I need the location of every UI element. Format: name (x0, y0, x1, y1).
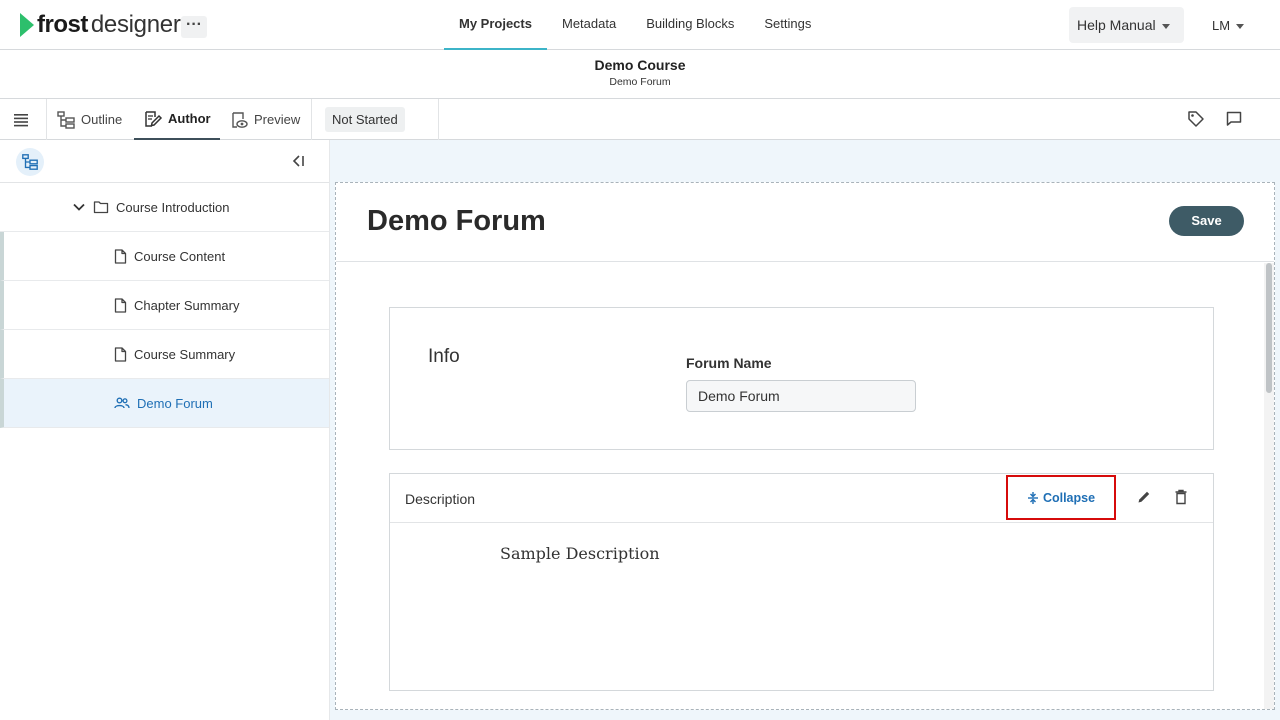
trash-icon (1175, 489, 1187, 505)
tab-outline[interactable]: Outline (48, 99, 134, 140)
caret-down-icon (1161, 23, 1170, 29)
help-manual-dropdown[interactable]: Help Manual (1069, 7, 1184, 43)
tag-button[interactable] (1186, 109, 1206, 129)
folder-icon (93, 201, 109, 214)
tab-preview-label: Preview (254, 112, 301, 127)
tree-item-label: Course Introduction (116, 199, 230, 215)
tree-item-course-content[interactable]: Course Content (0, 232, 329, 281)
caret-down-icon (1236, 24, 1245, 30)
tree-view-icon (22, 154, 38, 170)
description-header: Description Collapse (390, 474, 1213, 523)
tree-item-course-summary[interactable]: Course Summary (0, 330, 329, 379)
edit-description-button[interactable] (1136, 489, 1152, 510)
tree-view-toggle[interactable] (16, 148, 44, 176)
page-icon (114, 297, 127, 313)
author-edit-icon (145, 110, 163, 127)
collapse-sidebar-button[interactable] (290, 153, 306, 174)
info-section-label: Info (428, 346, 460, 367)
page-title: Demo Forum (367, 205, 546, 237)
comment-icon (1226, 111, 1242, 126)
forum-name-input[interactable] (686, 380, 916, 412)
tree-item-chapter-summary[interactable]: Chapter Summary (0, 281, 329, 330)
save-button[interactable]: Save (1169, 206, 1244, 236)
outline-sidebar: Course Introduction Course Content Chapt… (0, 140, 330, 720)
description-card: Description Collapse Sample Description (389, 473, 1214, 691)
nav-building-blocks[interactable]: Building Blocks (631, 0, 749, 50)
collapse-button[interactable]: Collapse (1006, 475, 1116, 520)
forum-name-label: Forum Name (686, 355, 772, 371)
nav-my-projects[interactable]: My Projects (444, 0, 547, 50)
tree-item-label: Demo Forum (137, 395, 213, 411)
course-title: Demo Course (594, 57, 686, 73)
course-subtitle: Demo Forum (609, 76, 671, 88)
pencil-icon (1138, 491, 1150, 503)
preview-eye-icon (232, 111, 248, 128)
hamburger-icon (13, 113, 28, 126)
delete-description-button[interactable] (1174, 489, 1188, 510)
logo-arrow-icon (20, 13, 34, 37)
chevron-down-icon[interactable] (72, 200, 86, 214)
tag-icon (1188, 111, 1204, 127)
nav-settings[interactable]: Settings (749, 0, 826, 50)
tree-item-course-introduction[interactable]: Course Introduction (0, 183, 329, 232)
more-options-button[interactable]: ··· (181, 16, 207, 38)
tree-item-label: Course Summary (134, 346, 236, 362)
page-icon (114, 248, 127, 264)
page-icon (114, 346, 127, 362)
frost-designer-logo[interactable]: frost designer (20, 10, 181, 40)
collapse-button-label: Collapse (1042, 490, 1096, 505)
tree-item-label: Course Content (134, 248, 226, 264)
outline-tree-icon (57, 110, 75, 129)
user-menu-dropdown[interactable]: LM (1212, 15, 1245, 37)
toolbar-divider (438, 99, 439, 140)
tab-preview[interactable]: Preview (220, 99, 312, 140)
top-navigation-bar: frost designer ··· My Projects Metadata … (0, 0, 1280, 50)
nav-metadata[interactable]: Metadata (547, 0, 631, 50)
tab-author-label: Author (168, 111, 211, 126)
editor-header: Demo Forum Save (336, 183, 1274, 262)
tab-author[interactable]: Author (134, 99, 220, 140)
hamburger-menu-button[interactable] (0, 99, 47, 140)
description-text[interactable]: Sample Description (500, 544, 660, 563)
comments-button[interactable] (1224, 109, 1244, 129)
course-header: Demo Course Demo Forum (0, 50, 1280, 99)
info-card: Info Forum Name (389, 307, 1214, 450)
collapse-arrows-icon (1027, 491, 1038, 504)
main-nav: My Projects Metadata Building Blocks Set… (444, 0, 826, 50)
help-manual-label: Help Manual (1077, 17, 1156, 33)
tree-item-demo-forum[interactable]: Demo Forum (0, 379, 329, 428)
user-initials: LM (1212, 18, 1231, 33)
collapse-left-icon (292, 155, 304, 167)
scrollbar-thumb[interactable] (1266, 263, 1272, 393)
status-badge[interactable]: Not Started (325, 107, 405, 132)
forum-editor-panel: Demo Forum Save Info Forum Name Descript… (335, 182, 1275, 710)
tab-outline-label: Outline (81, 112, 123, 127)
tree-item-label: Chapter Summary (134, 297, 240, 313)
people-icon (114, 397, 130, 409)
logo-frost-text: frost (37, 11, 88, 38)
sidebar-header (0, 140, 329, 183)
description-section-label: Description (405, 491, 476, 507)
logo-designer-text: designer (90, 11, 181, 38)
